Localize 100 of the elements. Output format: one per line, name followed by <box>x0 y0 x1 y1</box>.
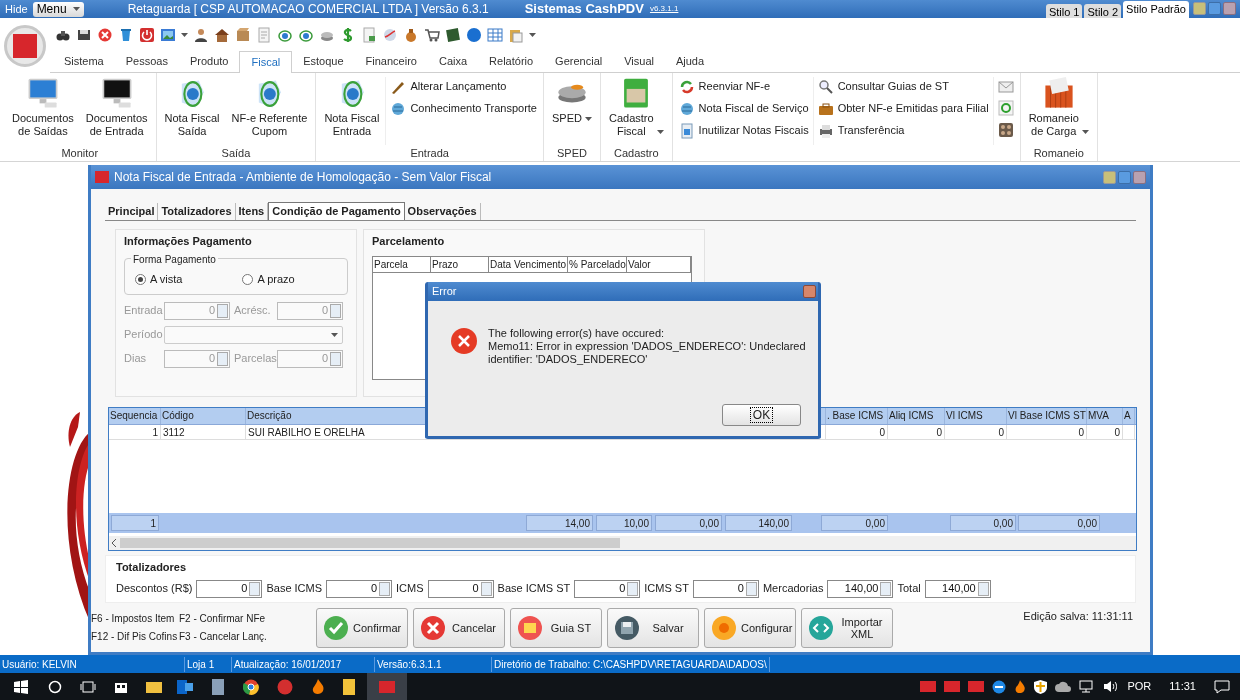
number-field[interactable]: 0 <box>326 579 393 598</box>
ribbon-tab[interactable]: Fiscal <box>239 51 293 73</box>
tray-app-icon[interactable] <box>968 681 985 692</box>
tab[interactable]: Totalizadores <box>158 203 236 220</box>
network-icon[interactable] <box>1079 680 1096 693</box>
style-tab[interactable]: Stilo Padrão <box>1123 1 1189 18</box>
flame-icon[interactable] <box>1014 679 1027 694</box>
browser-icon[interactable] <box>243 678 259 695</box>
number-field[interactable]: 0 <box>692 579 759 598</box>
ribbon-button[interactable]: Nota Fiscal Saída <box>158 77 226 145</box>
ok-button[interactable]: OK <box>722 404 801 426</box>
total-cell: 0,00 <box>950 515 1016 531</box>
action-button[interactable]: Importar XML <box>801 608 893 648</box>
ribbon-button[interactable]: SPED <box>546 77 598 145</box>
notification-icon[interactable] <box>1214 679 1230 694</box>
number-field[interactable]: 0 <box>574 579 641 598</box>
field-label: Descontos (R$) <box>116 581 193 597</box>
ribbon-tab[interactable]: Ajuda <box>664 51 716 72</box>
table-cell: 0 <box>888 425 945 439</box>
number-field[interactable]: 0 <box>196 579 263 598</box>
ribbon-button[interactable]: Inutilizar Notas Fiscais <box>678 121 809 140</box>
ribbon-button[interactable]: Documentos de Saídas <box>6 77 80 145</box>
folder-icon[interactable] <box>146 679 162 694</box>
ribbon-tab[interactable]: Financeiro <box>354 51 428 72</box>
number-field[interactable]: 0 <box>427 579 494 598</box>
ribbon-button[interactable]: Nota Fiscal de Serviço <box>678 99 809 118</box>
tab[interactable]: Principal <box>105 203 159 220</box>
action-button[interactable]: Confirmar <box>316 608 408 648</box>
ribbon-button[interactable]: Documentos de Entrada <box>79 77 154 145</box>
image-icon <box>160 27 176 43</box>
ribbon-tab[interactable]: Sistema <box>53 51 115 72</box>
ribbon-button[interactable]: Consultar Guias de ST <box>817 77 989 96</box>
toolbar-button[interactable] <box>424 27 440 43</box>
menu-button[interactable]: Menu <box>32 1 84 17</box>
version-link[interactable]: v6.3.1.1 <box>649 3 679 15</box>
field-label: Base ICMS ST <box>497 581 571 597</box>
circle-icon <box>466 27 482 43</box>
tab[interactable]: Condição de Pagamento <box>268 202 405 220</box>
shortcut-hint: F3 - Cancelar Lanç. <box>179 630 268 644</box>
ribbon-button[interactable]: NF-e Referente Cupom <box>225 77 314 145</box>
ribbon-tab[interactable]: Visual <box>613 51 665 72</box>
refresh-icon <box>678 78 695 95</box>
ribbon-button[interactable]: Transferência <box>817 121 989 140</box>
remote-icon[interactable] <box>992 679 1007 694</box>
ribbon-tab[interactable]: Pessoas <box>114 51 179 72</box>
ribbon-button[interactable]: Nota Fiscal Entrada <box>318 77 386 145</box>
ribbon-button[interactable]: Romaneio de Carga <box>1022 77 1095 145</box>
toolbar-button[interactable] <box>214 27 230 43</box>
action-button[interactable]: Configurar <box>704 608 796 648</box>
notepad-icon[interactable] <box>211 678 225 695</box>
language-indicator[interactable]: POR <box>1127 678 1152 695</box>
ribbon-icon-button[interactable] <box>997 121 1014 138</box>
status-text: Versão:6.3.1.1 <box>375 656 492 672</box>
ribbon-button[interactable]: Alterar Lançamento <box>390 77 537 96</box>
number-field[interactable]: 140,00 <box>924 579 991 598</box>
toolbar-button[interactable] <box>76 27 92 43</box>
floppy-icon <box>76 27 92 43</box>
shield-icon[interactable] <box>1034 679 1048 694</box>
app-logo[interactable] <box>4 24 46 67</box>
ribbon-tab[interactable]: Produto <box>178 51 240 72</box>
table-cell: 0 <box>945 425 1007 439</box>
field-label: Parcelas <box>233 351 277 367</box>
action-button[interactable]: Guia ST <box>510 608 602 648</box>
group-label: Saída <box>220 146 252 161</box>
document-icon <box>361 27 377 43</box>
shortcut-hint: F12 - Dif Pis Cofins <box>91 630 179 644</box>
tray-app-icon[interactable] <box>920 681 937 692</box>
ribbon-button[interactable]: Obter NF-e Emitidas para Filial <box>817 99 989 118</box>
task-view-icon[interactable] <box>80 680 96 693</box>
windows-start-icon[interactable] <box>14 679 28 694</box>
ribbon-icon-button[interactable] <box>997 99 1014 116</box>
ribbon-tab[interactable]: Caixa <box>427 51 479 72</box>
ribbon-button[interactable]: Cadastro Fiscal <box>602 77 670 145</box>
action-button[interactable]: Cancelar <box>413 608 505 648</box>
action-button[interactable]: Salvar <box>607 608 699 648</box>
folder-icon[interactable] <box>343 678 355 695</box>
ribbon-tab[interactable]: Relatório <box>478 51 545 72</box>
circle-app-icon[interactable] <box>277 678 293 695</box>
tab[interactable]: Observações <box>404 203 481 220</box>
number-field[interactable]: 140,00 <box>827 579 894 598</box>
search-icon <box>817 78 834 95</box>
toolbar-button[interactable] <box>193 27 209 43</box>
ribbon-tab[interactable]: Gerencial <box>544 51 614 72</box>
ribbon-button[interactable]: Reenviar NF-e <box>678 77 809 96</box>
toolbar-button[interactable] <box>445 27 461 43</box>
flame-icon[interactable] <box>311 678 325 695</box>
scroll-left-icon[interactable] <box>112 539 117 547</box>
ribbon-tab[interactable]: Estoque <box>292 51 355 72</box>
horizontal-scrollbar[interactable] <box>109 536 1136 550</box>
clock[interactable]: 11:31 <box>1169 678 1196 695</box>
style-tab[interactable]: Stilo 1 <box>1045 4 1083 18</box>
document-icon <box>256 27 272 43</box>
style-tab[interactable]: Stilo 2 <box>1084 4 1122 18</box>
ribbon-button[interactable]: Conhecimento Transporte <box>390 99 537 118</box>
cloud-icon[interactable] <box>1055 681 1072 692</box>
hide-link[interactable]: Hide <box>0 0 33 18</box>
search-icon[interactable] <box>48 679 62 694</box>
tray-app-icon[interactable] <box>944 681 961 692</box>
mail-app-icon[interactable] <box>177 679 193 694</box>
volume-icon[interactable] <box>1103 680 1120 693</box>
